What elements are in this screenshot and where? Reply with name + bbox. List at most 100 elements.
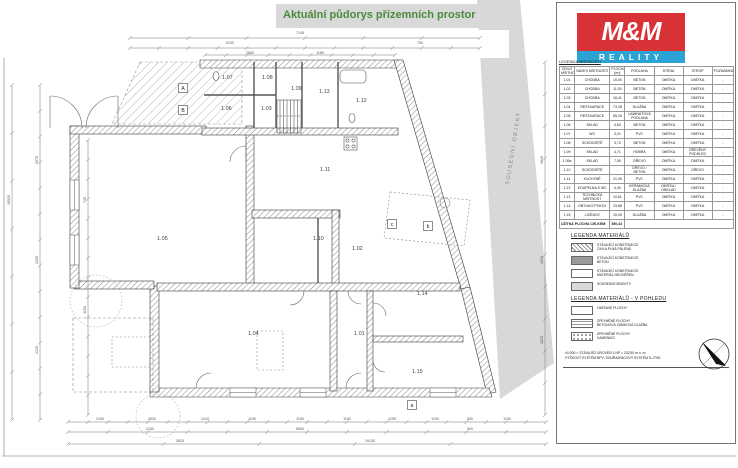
table-cell: 1.06 <box>560 121 575 130</box>
table-row: 1.08SCHODIŠTĚ3,72BETONOMÍTKAOMÍTKA- <box>560 139 734 148</box>
table-cell: TECHNICKÁ MÍSTNOST <box>575 193 610 202</box>
table-cell: SCHODIŠTĚ <box>575 139 610 148</box>
column-header: PODLAHA <box>625 67 654 76</box>
table-cell: - <box>610 166 625 175</box>
dimension-label: 2630 <box>148 417 156 421</box>
table-cell: OMÍTKA <box>683 139 712 148</box>
section-marker-a: a <box>411 403 414 409</box>
table-cell: DŘEVO <box>683 166 712 175</box>
toilet-icon <box>349 114 355 123</box>
dimension-label: 10525 <box>7 195 11 205</box>
table-cell: 15,49 <box>610 211 625 220</box>
table-cell: - <box>712 148 733 157</box>
legend-materials-title: LEGENDA MATERIÁLŮ <box>571 233 731 239</box>
dimension-label: 1250 <box>388 417 396 421</box>
table-cell: DLAŽBA <box>625 211 654 220</box>
table-cell: OMÍTKA / OBKLAD <box>654 184 683 193</box>
dimension-label: 8060 <box>296 427 304 431</box>
table-cell: KUCHYNĚ <box>575 175 610 184</box>
north-arrow-icon <box>695 335 733 373</box>
note-line: VÝŠKOVÝ SYSTÉM BPV; SOUŘADNICOVÝ SYSTÉM … <box>565 356 661 361</box>
table-cell: SCHODIŠTĚ <box>575 166 610 175</box>
dimension-label: 3075 <box>35 156 39 164</box>
table-cell: BETON <box>625 85 654 94</box>
info-panel: M&M REALITY LEGENDA MÍSTNOSTÍ ČÍSLO MÍST… <box>556 2 736 444</box>
dimension-label: 1190 <box>248 417 256 421</box>
table-cell: BETON <box>625 139 654 148</box>
table-cell: 1.03 <box>560 94 575 103</box>
lines-swatch-icon <box>571 319 593 328</box>
dimension-label: 2150 <box>146 427 154 431</box>
table-cell: DŘEVĚNÝ PODHLED <box>683 148 712 157</box>
room-label-1.02: 1.02 <box>352 246 363 252</box>
logo-mm: M&M <box>577 13 685 51</box>
table-cell: BETON <box>625 121 654 130</box>
table-cell: OMÍTKA <box>683 175 712 184</box>
dimension-label: 1190 <box>503 417 511 421</box>
dimension-label: 1150 <box>296 417 304 421</box>
table-row: 1.11KUCHYNĚ21,06PVCOMÍTKAOMÍTKA- <box>560 175 734 184</box>
table-cell: OMÍTKA <box>683 103 712 112</box>
table-cell: OMÍTKA <box>654 148 683 157</box>
table-cell: OMÍTKA <box>654 211 683 220</box>
table-cell: OMÍTKA <box>683 202 712 211</box>
partitions <box>204 62 338 283</box>
table-cell: WC <box>575 130 610 139</box>
table-cell: - <box>712 202 733 211</box>
table-cell: - <box>712 139 733 148</box>
table-row: 1.05RESTAURACE65,34LAMINÁTOVÁ PODLAHAOMÍ… <box>560 112 734 121</box>
table-cell: 1.15 <box>560 211 575 220</box>
table-cell: OMÍTKA <box>683 94 712 103</box>
table-cell: 7,05 <box>610 157 625 166</box>
table-row: 1.12KOUPELNA S WC4,40KERAMICKÁ DLAŽBAOMÍ… <box>560 184 734 193</box>
table-cell: LOŽNICE <box>575 211 610 220</box>
table-cell: BETON <box>625 94 654 103</box>
table-cell: 1.07 <box>560 130 575 139</box>
dimension-chains <box>10 36 548 446</box>
table-cell: DLAŽBA <box>625 103 654 112</box>
table-cell: 1.10 <box>560 166 575 175</box>
lightgray-swatch-icon <box>571 282 593 291</box>
dimension-label: 2060 <box>246 51 254 55</box>
table-cell: KOUPELNA S WC <box>575 184 610 193</box>
table-cell: 3,21 <box>610 130 625 139</box>
table-cell: OMÍTKA <box>683 157 712 166</box>
table-cell: OMÍTKA <box>654 76 683 85</box>
table-cell: 18,41 <box>610 94 625 103</box>
table-cell: OMÍTKA <box>683 76 712 85</box>
table-row: 1.15LOŽNICE15,49DLAŽBAOMÍTKAOMÍTKA- <box>560 211 734 220</box>
room-label-1.13: 1.13 <box>319 89 330 95</box>
room-label-1.11: 1.11 <box>320 167 330 173</box>
dimension-label: 1190 <box>431 417 439 421</box>
legend-item-label: SOUSEDNÍ OBJEKTY <box>597 282 631 286</box>
table-cell: OMÍTKA <box>683 121 712 130</box>
table-cell: OMÍTKA <box>654 157 683 166</box>
tree-icon <box>136 394 180 438</box>
table-cell: OMÍTKA <box>683 130 712 139</box>
room-label-1.08: 1.08 <box>262 75 273 81</box>
table-total-row: UŽITNÁ PLOCHA CELKEM:350,44 <box>560 220 734 229</box>
hatched-area-top-left <box>112 62 242 124</box>
table-cell: 1.12 <box>560 184 575 193</box>
table-cell: 15,00 <box>610 76 625 85</box>
rooms-table-body: 1.01CHODBA15,00BETONOMÍTKAOMÍTKA-1.02CHO… <box>560 76 734 229</box>
table-cell: 1.09 <box>560 148 575 157</box>
rooms-table: ČÍSLO MÍSTNOSTINÁZEV MÍSTNOSTIPLOCHA [m²… <box>559 66 734 229</box>
page-title: Aktuální půdorys přízemních prostor <box>283 9 476 21</box>
table-cell: PVC <box>625 175 654 184</box>
table-row: 1.02CHODBA11,00BETONOMÍTKAOMÍTKA- <box>560 85 734 94</box>
room-label-1.01: 1.01 <box>354 331 365 337</box>
legend-item: STÁVAJÍCÍ KONSTRUKCE BETON <box>571 256 731 265</box>
table-cell: OMÍTKA <box>654 193 683 202</box>
room-label-1.07: 1.07 <box>222 75 233 81</box>
table-cell: OMÍTKA <box>654 112 683 121</box>
legend-item: SOUSEDNÍ OBJEKTY <box>571 282 731 291</box>
room-label-1.06: 1.06 <box>221 106 232 112</box>
room-legend-title: LEGENDA MÍSTNOSTÍ <box>559 59 601 64</box>
table-cell: CHODBA <box>575 94 610 103</box>
table-cell: 1.04 <box>560 103 575 112</box>
column-header: STĚNA <box>654 67 683 76</box>
dimension-label: 1210 <box>201 417 209 421</box>
table-cell: PVC <box>625 130 654 139</box>
table-cell: PVC <box>625 202 654 211</box>
